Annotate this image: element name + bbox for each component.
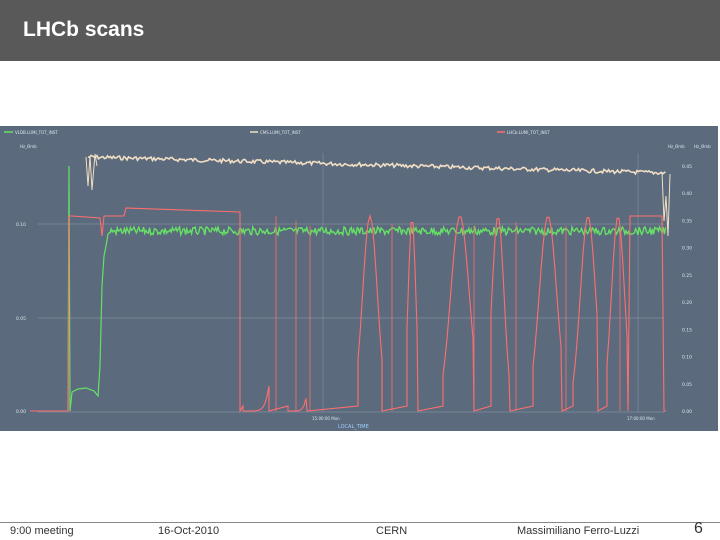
right-tick-label: 0.35 [682, 218, 692, 224]
left-tick-label: 0.05 [16, 316, 26, 322]
right-tick-label: 0.15 [682, 327, 692, 333]
plot-svg: VLDB.LUMI_TOT_INST CMS.LUMI_TOT_INST LHC… [0, 126, 718, 431]
luminosity-plot: VLDB.LUMI_TOT_INST CMS.LUMI_TOT_INST LHC… [0, 126, 720, 431]
footer-meeting: 9:00 meeting [10, 525, 74, 537]
slide-title: LHCb scans [23, 18, 145, 41]
footer-date: 16-Oct-2010 [158, 525, 220, 537]
legend-label-3: LHCb.LUMI_TOT_INST [507, 130, 550, 135]
legend-label-1: VLDB.LUMI_TOT_INST [15, 130, 58, 135]
right-tick-label: 0.40 [682, 191, 692, 197]
footer-org: CERN [376, 525, 408, 537]
title-bar: LHCb scans [0, 0, 720, 61]
left-tick-label: 0.10 [16, 222, 26, 228]
x-tick-1: 15:00:00 Mon [312, 416, 340, 421]
left-tick-label: 0.00 [16, 409, 26, 415]
right-tick-label: 0.25 [682, 273, 692, 279]
left-axis-unit: Hz_Ѳmb [20, 144, 37, 149]
footer-divider [0, 522, 720, 523]
right-tick-label: 0.05 [682, 382, 692, 388]
right-axis-unit-1: Hz_Ѳmb [668, 144, 685, 149]
right-tick-label: 0.00 [682, 409, 692, 415]
right-tick-label: 0.45 [682, 164, 692, 170]
right-tick-label: 0.10 [682, 355, 692, 361]
footer-author: Massimiliano Ferro-Luzzi [517, 525, 640, 537]
legend-label-2: CMS.LUMI_TOT_INST [260, 130, 301, 135]
x-axis-label: LOCAL_TIME [338, 424, 369, 430]
right-tick-label: 0.20 [682, 300, 692, 306]
right-tick-label: 0.30 [682, 246, 692, 252]
x-tick-2: 17:00:00 Mon [627, 416, 655, 421]
page-number: 6 [694, 520, 703, 537]
right-axis-unit-2: Hz_Ѳmb [694, 144, 711, 149]
